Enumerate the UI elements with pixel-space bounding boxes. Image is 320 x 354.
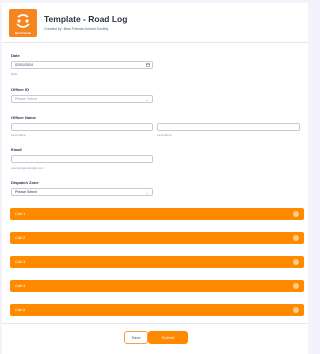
date-sublabel: Date bbox=[11, 72, 18, 76]
call-2-label: Call 2 bbox=[15, 235, 26, 240]
officer-id-label: Officer ID bbox=[11, 87, 30, 92]
call-1-label: Call 1 bbox=[15, 211, 26, 216]
last-name-sublabel: Last Name bbox=[157, 133, 172, 137]
call-3-label: Call 3 bbox=[15, 259, 26, 264]
call-5-label: Call 5 bbox=[15, 307, 26, 312]
form-header: Best Friends Template - Road Log Created… bbox=[2, 3, 308, 43]
dispatch-zone-label: Dispatch Zone bbox=[11, 180, 39, 185]
save-button[interactable]: Save bbox=[124, 331, 148, 344]
logo-text: Best Friends bbox=[15, 32, 31, 35]
page-subtitle: Created by: Best Friends Animal Society bbox=[44, 27, 109, 31]
call-3-section[interactable]: Call 3 bbox=[10, 256, 304, 268]
chevron-down-icon: ⌄ bbox=[145, 97, 149, 102]
officer-id-select[interactable]: Please Select ⌄ bbox=[11, 95, 153, 103]
call-1-section[interactable]: Call 1 bbox=[10, 208, 304, 220]
first-name-sublabel: First Name bbox=[11, 133, 26, 137]
page-title: Template - Road Log bbox=[44, 14, 128, 24]
email-label: Email bbox=[11, 147, 22, 152]
email-sublabel: example@example.com bbox=[11, 166, 44, 170]
form-card: Best Friends Template - Road Log Created… bbox=[2, 3, 308, 354]
date-value: 02/01/2024 bbox=[15, 63, 33, 67]
expand-icon[interactable] bbox=[293, 259, 299, 265]
date-input[interactable]: 02/01/2024 bbox=[11, 61, 153, 69]
best-friends-logo: Best Friends bbox=[9, 9, 37, 37]
expand-icon[interactable] bbox=[293, 211, 299, 217]
submit-button[interactable]: Submit bbox=[148, 331, 188, 344]
call-4-label: Call 4 bbox=[15, 283, 26, 288]
call-4-section[interactable]: Call 4 bbox=[10, 280, 304, 292]
expand-icon[interactable] bbox=[293, 307, 299, 313]
expand-icon[interactable] bbox=[293, 235, 299, 241]
officer-id-placeholder: Please Select bbox=[15, 97, 37, 101]
calendar-icon[interactable] bbox=[146, 63, 150, 67]
call-5-section[interactable]: Call 5 bbox=[10, 304, 304, 316]
chevron-down-icon: ⌄ bbox=[145, 190, 149, 195]
last-name-input[interactable] bbox=[157, 123, 300, 131]
expand-icon[interactable] bbox=[293, 283, 299, 289]
call-2-section[interactable]: Call 2 bbox=[10, 232, 304, 244]
first-name-input[interactable] bbox=[11, 123, 153, 131]
email-input[interactable] bbox=[11, 155, 153, 163]
officer-name-label: Officer Name bbox=[11, 115, 36, 120]
dispatch-zone-value: Please Select bbox=[15, 190, 37, 194]
date-label: Date bbox=[11, 53, 20, 58]
dispatch-zone-select[interactable]: Please Select ⌄ bbox=[11, 188, 153, 196]
